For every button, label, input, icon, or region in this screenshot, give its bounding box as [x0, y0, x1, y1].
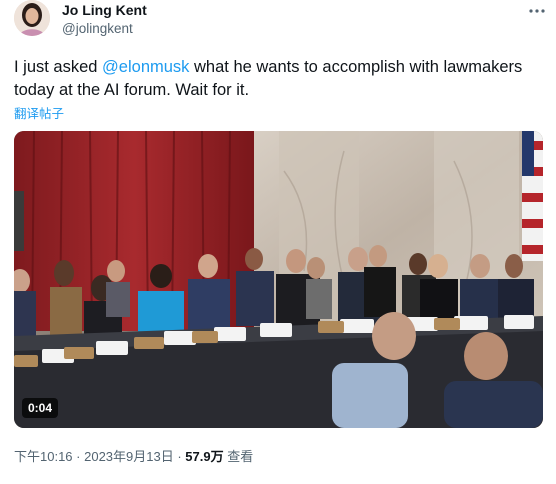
meta-separator-2: · — [173, 449, 186, 464]
mention-link[interactable]: @elonmusk — [102, 58, 189, 76]
translate-post-link[interactable]: 翻译帖子 — [14, 103, 64, 122]
views-label: 查看 — [227, 449, 254, 464]
tweet-date[interactable]: 2023年9月13日 — [84, 449, 174, 464]
author-name[interactable]: Jo Ling Kent — [62, 2, 147, 18]
avatar[interactable] — [14, 0, 50, 36]
avatar-image — [14, 0, 50, 36]
author-handle[interactable]: @jolingkent — [62, 21, 133, 36]
more-options-button[interactable] — [524, 0, 550, 22]
more-horizontal-icon — [529, 9, 545, 13]
views-count: 57.9万 — [185, 449, 224, 464]
video-player[interactable]: 0:04 — [14, 131, 543, 428]
video-frame — [14, 131, 543, 428]
meta-separator: · — [72, 449, 85, 464]
tweet-meta: 下午10:16 · 2023年9月13日 · 57.9万 查看 — [14, 446, 253, 465]
tweet-text-start: I just asked — [14, 58, 103, 76]
tweet-time[interactable]: 下午10:16 — [14, 449, 73, 464]
tweet-text: I just asked @elonmusk what he wants to … — [14, 56, 544, 102]
video-duration-badge: 0:04 — [22, 398, 59, 418]
